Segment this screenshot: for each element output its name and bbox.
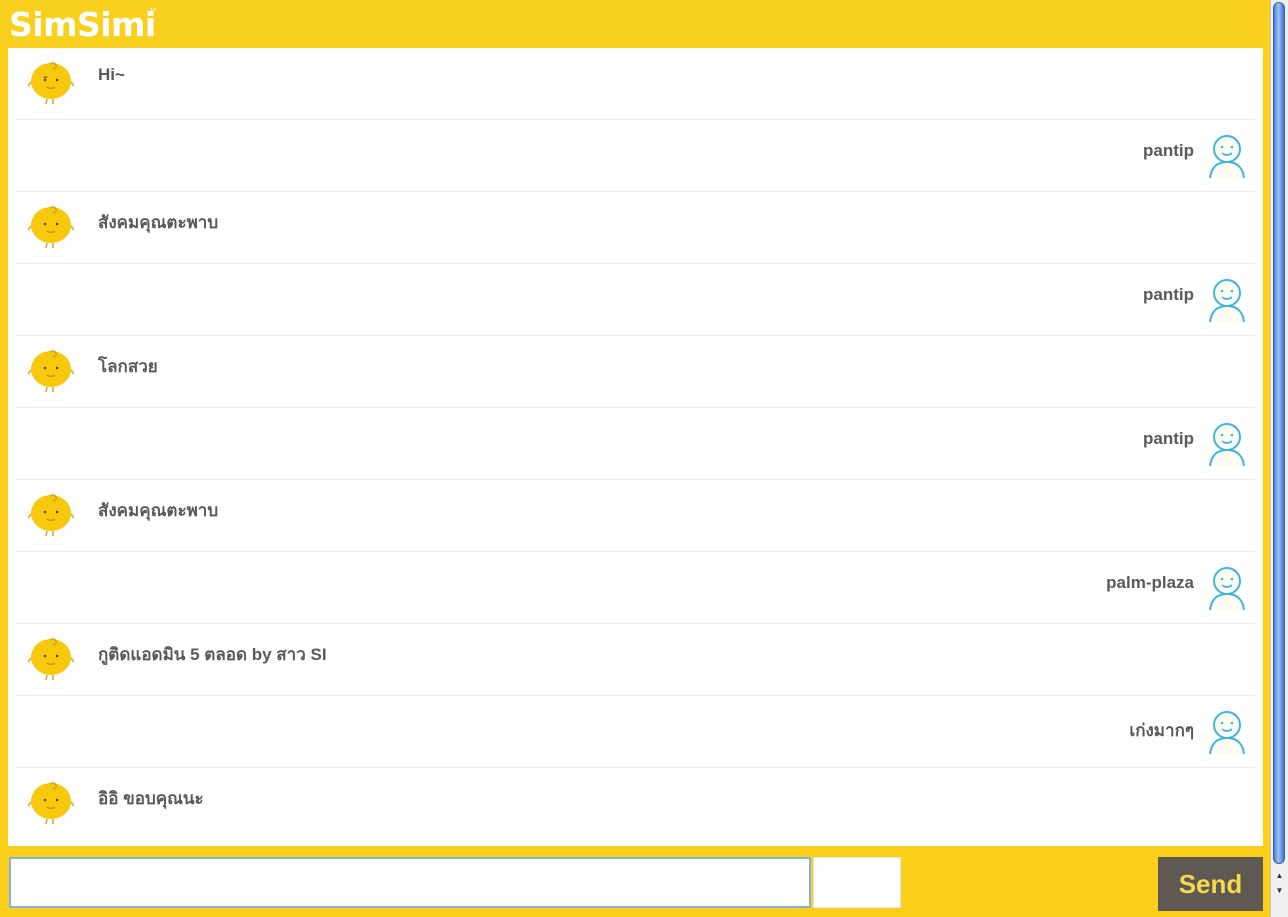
send-button[interactable]: Send bbox=[1158, 857, 1263, 911]
trademark-mark: ™ bbox=[149, 8, 158, 18]
chat-message-bot: กูติดแอดมิน 5 ตลอด by สาว SI bbox=[16, 624, 1256, 696]
bot-message-text: โลกสวย bbox=[98, 357, 158, 376]
message-input[interactable] bbox=[9, 857, 811, 908]
chat-message-bot: โลกสวย bbox=[16, 336, 1256, 408]
bot-message-text: สังคมคุณตะพาบ bbox=[98, 501, 219, 520]
chat-message-bot: สังคมคุณตะพาบ bbox=[16, 480, 1256, 552]
message-input-extension[interactable] bbox=[813, 857, 901, 908]
scroll-up-arrow-icon[interactable]: ▲ bbox=[1272, 869, 1287, 882]
chat-message-user: pantip bbox=[16, 264, 1256, 336]
user-message-text: pantip bbox=[1143, 285, 1194, 304]
composer-bar: Send bbox=[0, 846, 1270, 917]
chat-message-bot: Hi~ bbox=[16, 48, 1256, 120]
bot-message-text: อิอิ ขอบคุณนะ bbox=[98, 789, 204, 808]
user-smiley-icon bbox=[1209, 135, 1245, 178]
simsimi-bot-icon bbox=[28, 638, 74, 680]
user-smiley-icon bbox=[1209, 279, 1245, 322]
simsimi-bot-icon bbox=[28, 782, 74, 824]
app-header: SimSimi ™ bbox=[0, 0, 1270, 48]
chat-message-user: pantip bbox=[16, 408, 1256, 480]
chat-message-user: pantip bbox=[16, 120, 1256, 192]
chat-message-bot: อิอิ ขอบคุณนะ bbox=[16, 768, 1256, 840]
chat-message-bot: สังคมคุณตะพาบ bbox=[16, 192, 1256, 264]
page-scrollbar[interactable]: ▲ ▼ bbox=[1270, 0, 1288, 917]
user-message-text: palm-plaza bbox=[1106, 573, 1194, 592]
user-smiley-icon bbox=[1209, 711, 1245, 754]
user-smiley-icon bbox=[1209, 567, 1245, 610]
user-message-text: pantip bbox=[1143, 429, 1194, 448]
simsimi-bot-icon bbox=[28, 62, 74, 104]
scroll-down-arrow-icon[interactable]: ▼ bbox=[1272, 884, 1287, 897]
chat-log: Hi~ pantip สังคมคุณตะพาบ pantip โลกสวย p… bbox=[8, 48, 1263, 846]
simsimi-bot-icon bbox=[28, 350, 74, 392]
chat-message-user: palm-plaza bbox=[16, 552, 1256, 624]
simsimi-logo[interactable]: SimSimi bbox=[9, 5, 156, 45]
simsimi-bot-icon bbox=[28, 206, 74, 248]
simsimi-bot-icon bbox=[28, 494, 74, 536]
user-smiley-icon bbox=[1209, 423, 1245, 466]
bot-message-text: Hi~ bbox=[98, 65, 125, 84]
user-message-text: pantip bbox=[1143, 141, 1194, 160]
bot-message-text: กูติดแอดมิน 5 ตลอด by สาว SI bbox=[98, 645, 327, 664]
scrollbar-thumb[interactable] bbox=[1273, 2, 1285, 864]
bot-message-text: สังคมคุณตะพาบ bbox=[98, 213, 219, 232]
user-message-text: เก่งมากๆ bbox=[1129, 721, 1194, 740]
chat-message-user: เก่งมากๆ bbox=[16, 696, 1256, 768]
